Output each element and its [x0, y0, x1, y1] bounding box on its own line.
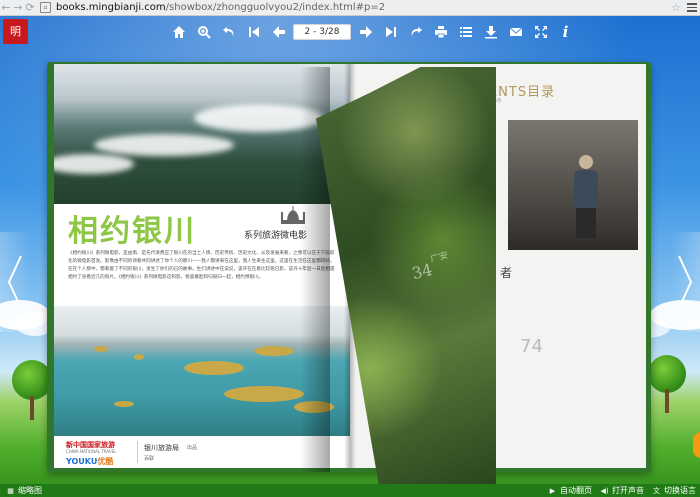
chevron-right-icon: [678, 255, 693, 309]
url-path: /showbox/zhongguolvyou2/index.html#p=2: [165, 2, 386, 13]
home-icon[interactable]: [166, 21, 191, 43]
site-logo[interactable]: 明: [3, 19, 28, 44]
thumbnails-button[interactable]: ▦ 缩略图: [2, 485, 46, 496]
fullscreen-icon[interactable]: [528, 21, 553, 43]
next-page-arrow[interactable]: [670, 232, 700, 332]
speaker-icon: ◀): [600, 486, 609, 495]
craftsman-photo: [508, 120, 638, 250]
back-icon[interactable]: ←: [0, 1, 12, 15]
divider: [137, 441, 138, 463]
contents-icon[interactable]: [453, 21, 478, 43]
first-page-icon[interactable]: [241, 21, 266, 43]
forward-icon[interactable]: →: [12, 1, 24, 15]
auto-flip-label: 自动翻页: [560, 486, 592, 495]
title-block: 相约银川 系列旅游微电影: [68, 206, 338, 250]
article-headline: 者: [500, 266, 513, 280]
baishi-label: 百联: [144, 456, 155, 462]
article-body: 《相约银川》系列微电影，是由南、是先代清费应了银川在的当土人情、历史传统、历史文…: [68, 251, 335, 280]
download-icon[interactable]: [478, 21, 503, 43]
chevron-left-icon: [7, 255, 22, 309]
producer-label: 出品: [187, 445, 198, 451]
browser-menu-icon[interactable]: [684, 1, 700, 15]
play-icon: ▶: [549, 486, 556, 495]
tree-left: [12, 360, 52, 420]
last-page-icon[interactable]: [378, 21, 403, 43]
thumbnails-icon: ▦: [7, 486, 14, 495]
info-icon[interactable]: i: [553, 21, 578, 43]
sound-button[interactable]: ◀) 打开声音: [596, 485, 648, 496]
browser-toolbar: ← → ⟳ ▫ books.mingbianji.com/showbox/zho…: [0, 0, 700, 16]
prev-page-icon[interactable]: [266, 21, 291, 43]
address-bar[interactable]: ▫ books.mingbianji.com/showbox/zhongguol…: [40, 1, 668, 14]
page-title: 相约银川: [68, 214, 196, 249]
page-indicator[interactable]: 2 - 3/28: [293, 24, 351, 40]
tree-right: [648, 355, 688, 415]
prev-page-arrow[interactable]: [0, 232, 30, 332]
reload-icon[interactable]: ⟳: [24, 1, 36, 15]
reader-toolbar: 2 - 3/28 i: [166, 21, 578, 43]
zoom-icon[interactable]: [191, 21, 216, 43]
auto-flip-button[interactable]: ▶ 自动翻页: [544, 485, 596, 496]
youku-logo: YOUKU优酷: [66, 457, 114, 466]
share-icon[interactable]: [403, 21, 428, 43]
language-button[interactable]: 文 切换语言: [648, 485, 700, 496]
next-page-icon[interactable]: [353, 21, 378, 43]
language-icon: 文: [653, 486, 660, 495]
email-icon[interactable]: [503, 21, 528, 43]
sound-label: 打开声音: [612, 486, 644, 495]
bottom-bar: ▦ 缩略图 ▶ 自动翻页 ◀) 打开声音 文 切换语言: [0, 484, 700, 497]
thumbnails-label: 缩略图: [18, 486, 42, 495]
undo-icon[interactable]: [216, 21, 241, 43]
language-label: 切换语言: [664, 486, 696, 495]
page-subtitle: 系列旅游微电影: [244, 231, 308, 241]
print-icon[interactable]: [428, 21, 453, 43]
side-tab[interactable]: [693, 432, 700, 458]
bookmark-star-icon[interactable]: ☆: [668, 1, 684, 15]
page-number-74: 74: [520, 336, 543, 357]
page-icon: ▫: [40, 2, 51, 13]
url-host: books.mingbianji.com: [56, 2, 166, 13]
yinchuan-tourism-logo: 银川旅游局: [144, 444, 179, 452]
cnt-logo-en: CHINA NATIONAL TRAVEL: [66, 449, 117, 454]
